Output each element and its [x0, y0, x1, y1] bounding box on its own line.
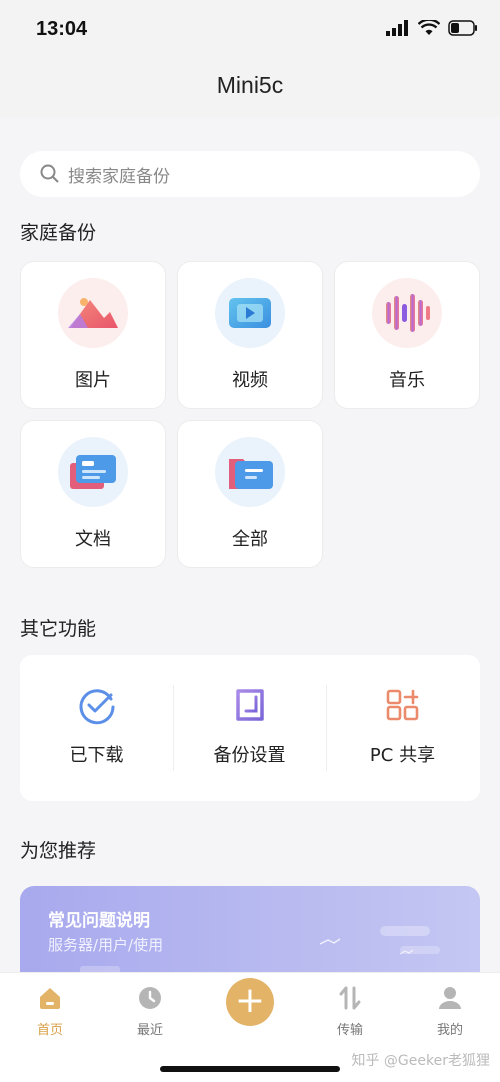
home-icon: [37, 985, 63, 1011]
watermark: 知乎 @Geeker老狐狸: [351, 1053, 490, 1069]
tile-label: 图片: [75, 370, 111, 391]
folder-icon: [215, 437, 285, 507]
faq-banner[interactable]: 常见问题说明 服务器/用户/使用: [20, 886, 480, 986]
page-title: Mini5c: [216, 72, 284, 98]
battery-icon: [448, 20, 477, 36]
status-bar: 13:04: [0, 0, 500, 60]
tab-label: 最近: [136, 1023, 163, 1038]
tab-home[interactable]: 首页: [0, 985, 100, 1038]
pc-share-icon: [383, 685, 423, 725]
tab-label: 首页: [36, 1023, 63, 1038]
search-icon: [40, 164, 59, 183]
signal-icon: [386, 20, 408, 36]
tile-videos[interactable]: 视频: [177, 261, 323, 409]
search-input[interactable]: 搜索家庭备份: [20, 151, 480, 197]
tile-images[interactable]: 图片: [20, 261, 166, 409]
transfer-icon: [337, 985, 363, 1011]
func-label: 已下载: [69, 745, 124, 766]
section-title-other-functions: 其它功能: [20, 618, 97, 640]
status-icons: [386, 20, 478, 36]
tile-label: 音乐: [389, 370, 425, 391]
tab-recent[interactable]: 最近: [100, 985, 200, 1038]
banner-decoration: [80, 926, 440, 980]
tile-label: 全部: [232, 529, 268, 550]
home-indicator: [160, 1066, 340, 1072]
video-play-icon: [215, 278, 285, 348]
func-label: 备份设置: [213, 745, 286, 766]
clock-icon: [137, 985, 163, 1011]
downloaded-button[interactable]: 已下载: [20, 655, 173, 801]
backup-settings-icon: [230, 685, 270, 725]
func-label: PC 共享: [369, 745, 436, 766]
pc-share-button[interactable]: PC 共享: [326, 655, 479, 801]
nav-bar: Mini5c: [0, 60, 500, 118]
search-placeholder: 搜索家庭备份: [68, 166, 170, 187]
wifi-icon: [418, 20, 440, 35]
other-functions-card: 已下载 备份设置 PC 共享: [20, 655, 480, 801]
user-icon: [437, 985, 463, 1011]
tab-transfer[interactable]: 传输: [300, 985, 400, 1038]
document-card-icon: [58, 437, 128, 507]
tab-profile[interactable]: 我的: [400, 985, 500, 1038]
tab-label: 我的: [436, 1023, 463, 1038]
mountain-image-icon: [58, 278, 128, 348]
tab-label: 传输: [336, 1023, 363, 1038]
status-time: 13:04: [36, 18, 88, 40]
tile-music[interactable]: 音乐: [334, 261, 480, 409]
section-title-recommend: 为您推荐: [20, 840, 97, 862]
backup-settings-button[interactable]: 备份设置: [173, 655, 326, 801]
downloaded-check-icon: [77, 685, 117, 725]
tile-documents[interactable]: 文档: [20, 420, 166, 568]
tile-label: 文档: [75, 529, 111, 550]
tile-label: 视频: [232, 370, 268, 391]
music-wave-icon: [372, 278, 442, 348]
add-button[interactable]: +: [226, 978, 274, 1026]
section-title-family-backup: 家庭备份: [20, 222, 97, 244]
tile-all[interactable]: 全部: [177, 420, 323, 568]
